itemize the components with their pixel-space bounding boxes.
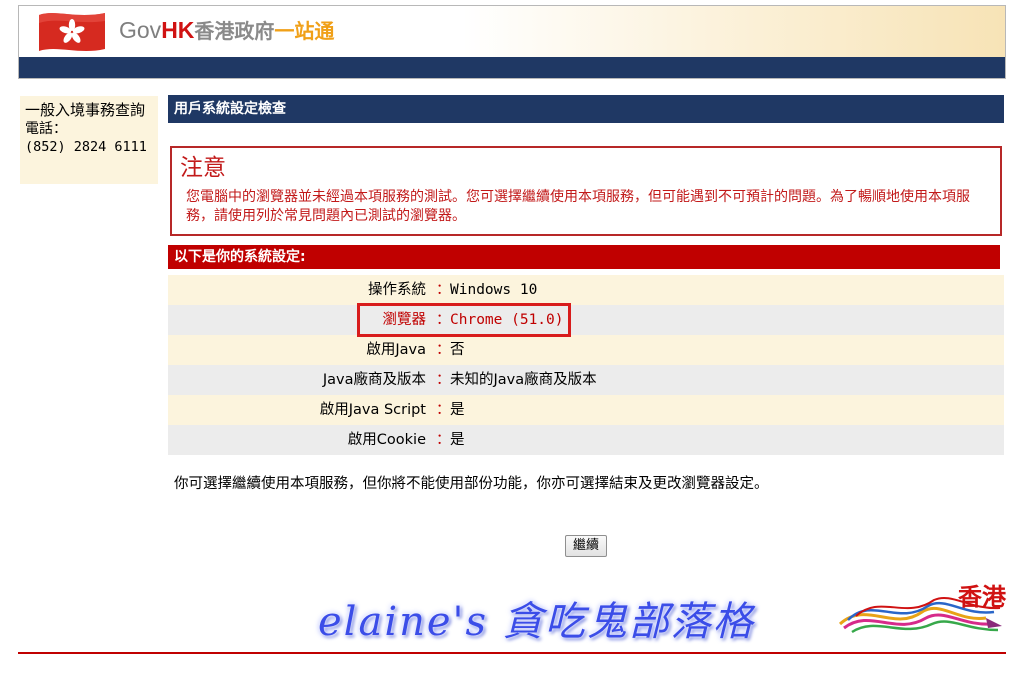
enquiry-box: 一般入境事務查詢 電話： (852) 2824 6111 <box>20 96 158 184</box>
browser-highlight-box <box>357 303 571 337</box>
settings-row-browser: 瀏覽器 ： Chrome (51.0) <box>168 305 1004 335</box>
setting-separator: ： <box>436 402 451 418</box>
enquiry-title: 一般入境事務查詢 <box>25 101 146 119</box>
instruction-text: 你可選擇繼續使用本項服務，但你將不能使用部份功能，你亦可選擇結束及更改瀏覽器設定… <box>174 476 769 492</box>
setting-value: Windows 10 <box>450 282 538 298</box>
blog-watermark: elaine's 貪吃鬼部落格 <box>318 599 755 645</box>
settings-row-javascript: 啟用Java Script ： 是 <box>168 395 1004 425</box>
brandhk-text: 香港 <box>958 583 1006 611</box>
hk-flag-icon[interactable] <box>35 9 109 55</box>
settings-row-os: 操作系統 ： Windows 10 <box>168 275 1004 305</box>
phone-label: 電話： <box>25 121 67 137</box>
settings-row-java-vendor: Java廠商及版本 ： 未知的Java廠商及版本 <box>168 365 1004 395</box>
logo-onestop: 一站通 <box>274 21 335 43</box>
settings-row-cookie: 啟用Cookie ： 是 <box>168 425 1004 455</box>
section-title: 用戶系統設定檢查 <box>168 95 1004 123</box>
continue-button[interactable]: 繼續 <box>565 535 607 557</box>
notice-body: 您電腦中的瀏覽器並未經過本項服務的測試。您可選擇繼續使用本項服務，但可能遇到不可… <box>186 189 970 224</box>
setting-label: 啟用Cookie <box>347 432 426 448</box>
setting-separator: ： <box>436 342 451 358</box>
setting-separator: ： <box>436 432 451 448</box>
settings-title: 以下是你的系統設定: <box>168 245 1000 269</box>
brand-hong-kong-logo: 香港 <box>836 582 1006 642</box>
setting-value: 否 <box>450 342 465 358</box>
settings-row-java: 啟用Java ： 否 <box>168 335 1004 365</box>
logo-gov: Gov <box>119 17 162 43</box>
notice-title: 注意 <box>180 155 226 181</box>
logo-hk: HK <box>161 17 195 43</box>
setting-separator: ： <box>436 282 451 298</box>
header-banner: GovHK香港政府一站通 <box>19 6 1005 58</box>
footer-divider <box>18 652 1006 654</box>
setting-value: 未知的Java廠商及版本 <box>450 372 597 388</box>
settings-table: 操作系統 ： Windows 10 瀏覽器 ： Chrome (51.0) 啟用… <box>168 275 1004 455</box>
setting-label: 操作系統 <box>368 282 426 298</box>
header-nav-bar <box>19 57 1005 78</box>
govhk-logo[interactable]: GovHK香港政府一站通 <box>119 15 334 47</box>
site-header: GovHK香港政府一站通 <box>18 5 1006 79</box>
setting-label: 啟用Java Script <box>319 402 426 418</box>
setting-value: 是 <box>450 432 465 448</box>
setting-label: 啟用Java <box>366 342 426 358</box>
notice-box: 注意 您電腦中的瀏覽器並未經過本項服務的測試。您可選擇繼續使用本項服務，但可能遇… <box>170 146 1002 236</box>
phone-number: (852) 2824 6111 <box>25 139 147 155</box>
setting-label: Java廠商及版本 <box>322 372 426 388</box>
logo-name: 香港政府 <box>194 21 275 43</box>
setting-separator: ： <box>436 372 451 388</box>
setting-value: 是 <box>450 402 465 418</box>
